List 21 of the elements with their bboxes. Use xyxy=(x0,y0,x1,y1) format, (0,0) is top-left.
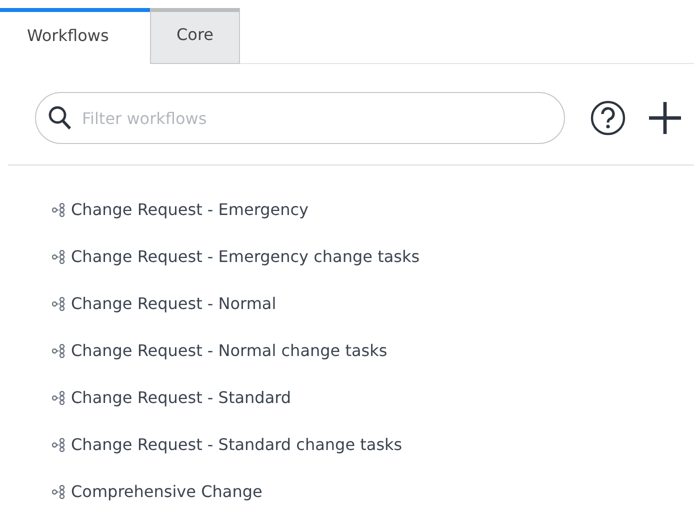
workflow-icon xyxy=(52,296,66,310)
workflow-link[interactable]: Change Request - Standard change tasks xyxy=(71,435,402,454)
workflow-link[interactable]: Comprehensive Change xyxy=(71,482,262,501)
workflow-icon xyxy=(52,344,66,358)
help-button[interactable] xyxy=(590,100,626,136)
plus-icon xyxy=(648,101,682,135)
tab[interactable]: Core xyxy=(150,8,240,64)
workflow-link[interactable]: Change Request - Standard xyxy=(71,388,292,407)
workflow-icon xyxy=(52,438,66,452)
search-field[interactable]: Filter workflows xyxy=(35,92,565,144)
workflow-link[interactable]: Change Request - Emergency change tasks xyxy=(71,247,420,266)
workflow-link[interactable]: Change Request - Emergency xyxy=(71,200,309,219)
workflow-icon xyxy=(52,484,66,498)
add-button[interactable] xyxy=(648,101,682,135)
workflow-link[interactable]: Change Request - Normal xyxy=(71,294,276,313)
workflow-icon xyxy=(52,250,66,264)
help-icon xyxy=(590,100,626,136)
workflow-icon xyxy=(52,202,66,216)
search-icon xyxy=(48,105,72,131)
workflow-link[interactable]: Change Request - Normal change tasks xyxy=(71,341,388,360)
workflow-icon xyxy=(52,390,66,404)
